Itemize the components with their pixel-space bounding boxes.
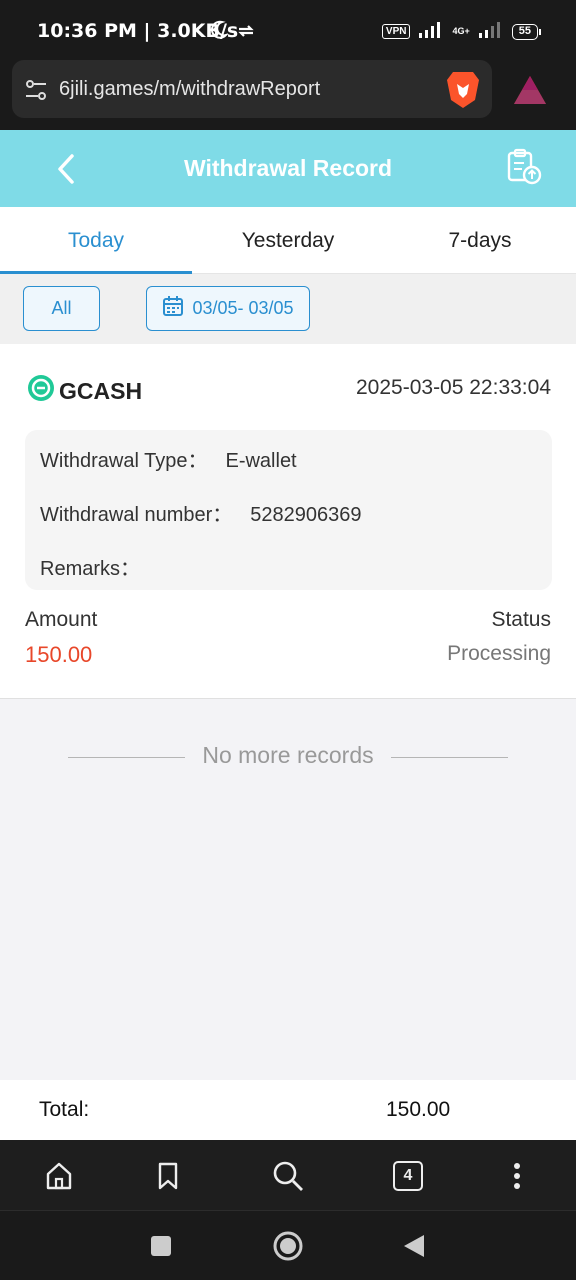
remarks-row: Remarks： — [40, 552, 140, 581]
home-icon[interactable] — [41, 1158, 77, 1194]
filter-all-button[interactable]: All — [23, 286, 100, 331]
divider-left — [68, 757, 185, 758]
record-details-box: Withdrawal Type： E-wallet Withdrawal numb… — [25, 430, 552, 590]
back-triangle-icon[interactable] — [402, 1233, 426, 1264]
amount-label: Amount — [25, 608, 98, 631]
brave-rewards-icon[interactable] — [512, 74, 548, 111]
date-range-label: 03/05- 03/05 — [192, 298, 294, 318]
divider-right — [391, 757, 508, 758]
vpn-badge: VPN — [381, 24, 411, 39]
no-more-records: No more records — [0, 742, 576, 769]
remarks-label: Remarks： — [40, 558, 141, 580]
filter-all-label: All — [51, 298, 72, 318]
filter-bar: All 03/05- 03/05 — [0, 274, 576, 344]
app-header: Withdrawal Record — [0, 130, 576, 207]
total-value: 150.00 — [386, 1098, 451, 1121]
withdrawal-type-label: Withdrawal Type： — [40, 450, 208, 472]
calendar-icon — [162, 295, 184, 322]
battery-indicator: 55 — [511, 23, 542, 40]
withdrawal-type-row: Withdrawal Type： E-wallet — [40, 444, 297, 473]
status-value: Processing — [447, 642, 551, 665]
amount-value: 150.00 — [25, 642, 93, 667]
tab-7-days[interactable]: 7-days — [384, 207, 576, 273]
payment-method: GCASH — [27, 374, 142, 408]
moon-icon — [210, 20, 230, 45]
search-icon[interactable] — [270, 1158, 306, 1194]
tab-count: 4 — [393, 1161, 423, 1191]
tab-yesterday[interactable]: Yesterday — [192, 207, 384, 273]
payment-method-name: GCASH — [59, 377, 143, 404]
network-type: 4G+ — [452, 26, 470, 36]
bookmark-icon[interactable] — [150, 1158, 186, 1194]
total-label: Total: — [39, 1098, 90, 1121]
more-options-icon[interactable] — [499, 1158, 535, 1194]
date-range-button[interactable]: 03/05- 03/05 — [146, 286, 310, 331]
signal-icon — [418, 20, 444, 43]
system-navigation-bar — [0, 1210, 576, 1280]
withdrawal-number-label: Withdrawal number： — [40, 504, 233, 526]
page-title: Withdrawal Record — [183, 155, 393, 181]
no-more-records-text: No more records — [202, 742, 374, 768]
signal-icon-2 — [478, 20, 504, 43]
date-tabs: Today Yesterday 7-days — [0, 207, 576, 274]
withdrawal-record-card[interactable]: GCASH 2025-03-05 22:33:04 Withdrawal Typ… — [0, 344, 576, 699]
record-datetime: 2025-03-05 22:33:04 — [356, 376, 551, 399]
clipboard-upload-icon[interactable] — [504, 148, 544, 191]
browser-bottom-bar: 4 — [0, 1140, 576, 1210]
address-bar[interactable]: 6jili.games/m/withdrawReport — [12, 60, 492, 118]
recents-icon[interactable] — [150, 1235, 172, 1262]
home-circle-icon[interactable] — [272, 1230, 304, 1267]
sync-icon — [236, 22, 256, 45]
status-bar: 10:36 PM | 3.0KB/s VPN 4G+ 55 — [0, 0, 576, 50]
withdrawal-number-row: Withdrawal number： 5282906369 — [40, 498, 362, 527]
browser-toolbar: 6jili.games/m/withdrawReport — [0, 50, 576, 130]
gcash-logo-icon — [27, 374, 55, 408]
site-settings-icon[interactable] — [24, 78, 48, 107]
status-label: Status — [491, 608, 551, 631]
withdrawal-number-value: 5282906369 — [250, 504, 362, 526]
brave-shields-icon[interactable] — [445, 70, 481, 115]
url-text[interactable]: 6jili.games/m/withdrawReport — [59, 78, 320, 101]
tabs-icon[interactable]: 4 — [390, 1158, 426, 1194]
status-indicators: VPN 4G+ 55 — [381, 20, 542, 43]
total-bar: Total: 150.00 — [0, 1080, 576, 1140]
tab-today[interactable]: Today — [0, 207, 192, 274]
withdrawal-type-value: E-wallet — [225, 450, 297, 472]
status-time: 10:36 PM | 3.0KB/s — [37, 20, 239, 42]
